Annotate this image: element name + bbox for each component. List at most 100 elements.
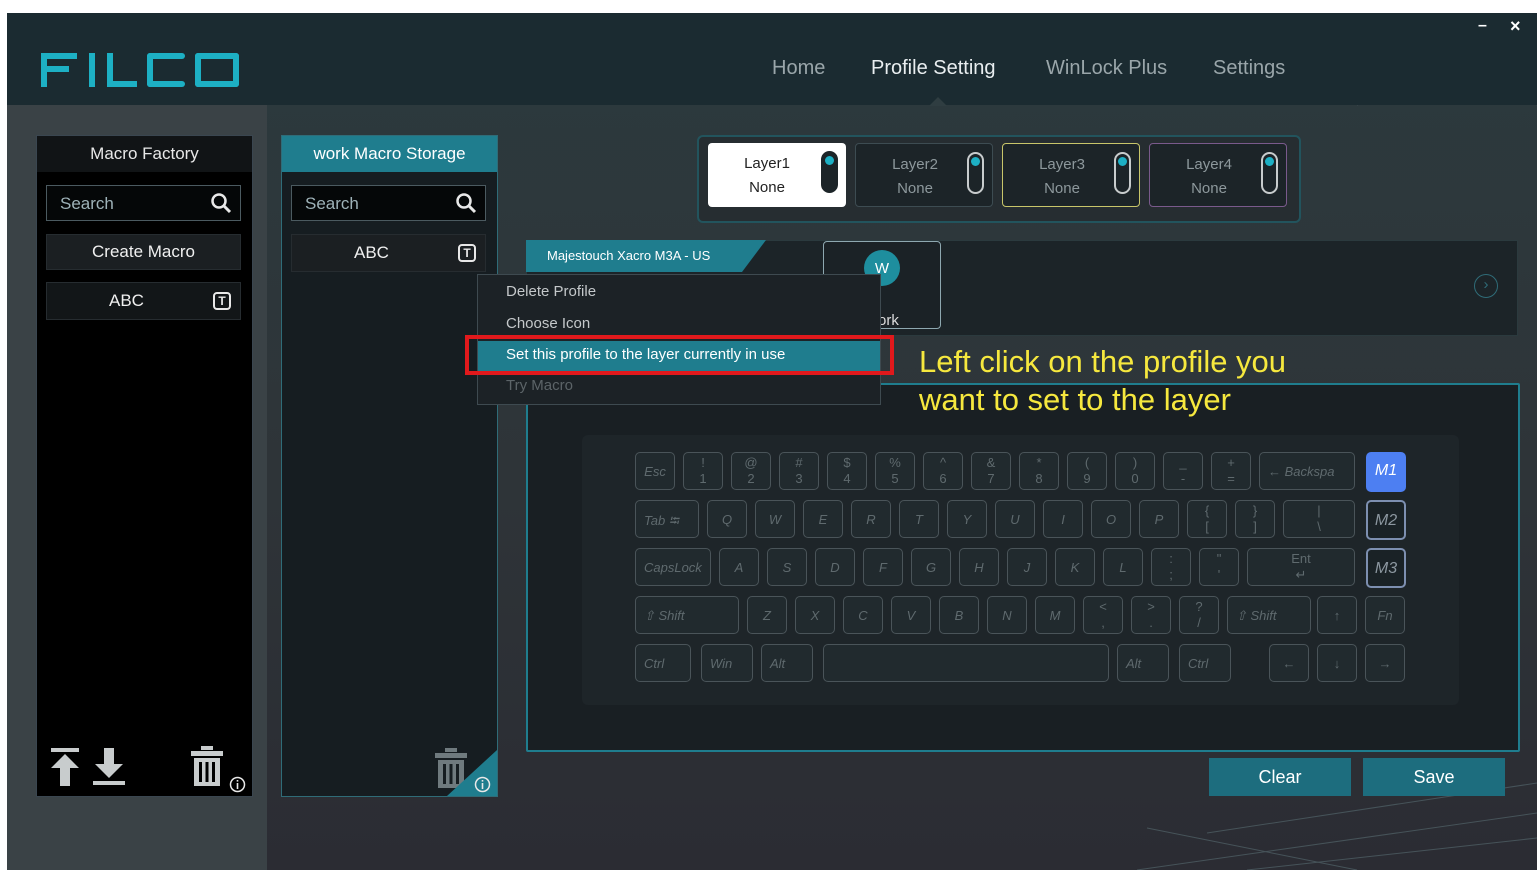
save-button[interactable]: Save <box>1363 758 1505 796</box>
key[interactable]: ← Backspa <box>1259 452 1355 490</box>
key[interactable]: _ - <box>1163 452 1203 490</box>
key[interactable]: Q <box>707 500 747 538</box>
callout-line-2: want to set to the layer <box>919 382 1231 417</box>
info-icon[interactable] <box>474 776 491 793</box>
search-icon[interactable] <box>210 192 232 214</box>
key[interactable]: K <box>1055 548 1095 586</box>
key[interactable]: N <box>987 596 1027 634</box>
key[interactable]: R <box>851 500 891 538</box>
macro-key-m2[interactable]: M2 <box>1366 500 1406 540</box>
key[interactable]: #3 <box>779 452 819 490</box>
layer-value: None <box>897 180 933 197</box>
key[interactable]: F <box>863 548 903 586</box>
key[interactable]: ) 0 <box>1115 452 1155 490</box>
key[interactable]: <, <box>1083 596 1123 634</box>
create-macro-button[interactable]: Create Macro <box>46 234 241 270</box>
key[interactable]: Alt <box>1117 644 1169 682</box>
key[interactable]: Ctrl <box>635 644 691 682</box>
key[interactable]: >. <box>1131 596 1171 634</box>
key[interactable]: E <box>803 500 843 538</box>
key[interactable]: A <box>719 548 759 586</box>
layer-3-button[interactable]: Layer3 None <box>1002 143 1140 207</box>
info-icon[interactable] <box>229 776 246 793</box>
key[interactable]: Esc <box>635 452 675 490</box>
nav-profile-setting[interactable]: Profile Setting <box>871 57 996 80</box>
key[interactable]: B <box>939 596 979 634</box>
key[interactable]: ↑ <box>1317 596 1357 634</box>
key[interactable]: C <box>843 596 883 634</box>
key-label-bottom: . <box>1149 615 1153 630</box>
key-label: S <box>782 560 792 575</box>
key[interactable]: % 5 <box>875 452 915 490</box>
layer-1-button[interactable]: Layer1 None <box>708 143 846 207</box>
key[interactable]: J <box>1007 548 1047 586</box>
menu-item-delete-profile[interactable]: Delete Profile <box>506 283 596 300</box>
key[interactable]: I <box>1043 500 1083 538</box>
key[interactable]: CapsLock <box>635 548 711 586</box>
key[interactable]: D <box>815 548 855 586</box>
key-label: Esc <box>644 464 666 479</box>
key[interactable]: U <box>995 500 1035 538</box>
key[interactable]: Win <box>701 644 753 682</box>
trash-icon[interactable] <box>190 746 224 786</box>
key[interactable]: " ' <box>1199 548 1239 586</box>
key[interactable]: Ent ↵ <box>1247 548 1355 586</box>
key-label: ⇧ Shift <box>644 608 685 623</box>
key[interactable]: T <box>899 500 939 538</box>
key[interactable]: (9 <box>1067 452 1107 490</box>
key[interactable]: & 7 <box>971 452 1011 490</box>
key[interactable]: L <box>1103 548 1143 586</box>
key[interactable]: O <box>1091 500 1131 538</box>
key[interactable]: :; <box>1151 548 1191 586</box>
macro-list-item[interactable]: ABC T <box>46 282 241 320</box>
minimize-button[interactable]: – <box>1478 17 1487 35</box>
key[interactable]: ^ 6 <box>923 452 963 490</box>
menu-item-choose-icon[interactable]: Choose Icon <box>506 315 590 332</box>
key[interactable]: + = <box>1211 452 1251 490</box>
import-icon[interactable] <box>51 748 79 786</box>
macro-storage-search-input[interactable]: Search <box>291 185 486 221</box>
key[interactable]: ⇧ Shift <box>1227 596 1311 634</box>
key[interactable]: M <box>1035 596 1075 634</box>
key[interactable]: Ctrl <box>1179 644 1231 682</box>
key[interactable]: Fn <box>1365 596 1405 634</box>
layer-2-button[interactable]: Layer2 None <box>855 143 993 207</box>
key[interactable]: $4 <box>827 452 867 490</box>
key[interactable]: ? / <box>1179 596 1219 634</box>
export-icon[interactable] <box>93 748 125 786</box>
key[interactable]: Z <box>747 596 787 634</box>
key[interactable]: X <box>795 596 835 634</box>
key[interactable]: → <box>1365 644 1405 682</box>
key[interactable]: ⇧ Shift <box>635 596 739 634</box>
key[interactable]: P <box>1139 500 1179 538</box>
nav-home[interactable]: Home <box>772 57 825 80</box>
key[interactable]: ↓ <box>1317 644 1357 682</box>
nav-winlock-plus[interactable]: WinLock Plus <box>1046 57 1167 80</box>
key[interactable]: {[ <box>1187 500 1227 538</box>
close-button[interactable]: × <box>1510 16 1521 37</box>
macro-key-m3[interactable]: M3 <box>1366 548 1406 588</box>
key[interactable]: Y <box>947 500 987 538</box>
key[interactable]: ! 1 <box>683 452 723 490</box>
key[interactable] <box>823 644 1109 682</box>
key[interactable]: G <box>911 548 951 586</box>
search-icon[interactable] <box>455 192 477 214</box>
nav-settings[interactable]: Settings <box>1213 57 1285 80</box>
clear-button[interactable]: Clear <box>1209 758 1351 796</box>
key[interactable]: @2 <box>731 452 771 490</box>
key[interactable]: S <box>767 548 807 586</box>
macro-list-item[interactable]: ABC T <box>291 234 486 272</box>
key[interactable]: }] <box>1235 500 1275 538</box>
key[interactable]: V <box>891 596 931 634</box>
layer-4-button[interactable]: Layer4 None <box>1149 143 1287 207</box>
key[interactable]: ← <box>1269 644 1309 682</box>
chevron-right-icon[interactable]: › <box>1474 274 1498 298</box>
macro-key-m1[interactable]: M1 <box>1366 452 1406 492</box>
key[interactable]: H <box>959 548 999 586</box>
key[interactable]: W <box>755 500 795 538</box>
key[interactable]: Alt <box>761 644 813 682</box>
key[interactable]: * 8 <box>1019 452 1059 490</box>
macro-factory-search-input[interactable]: Search <box>46 185 241 221</box>
key[interactable]: | \ <box>1283 500 1355 538</box>
key[interactable]: Tab ⭾ <box>635 500 699 538</box>
